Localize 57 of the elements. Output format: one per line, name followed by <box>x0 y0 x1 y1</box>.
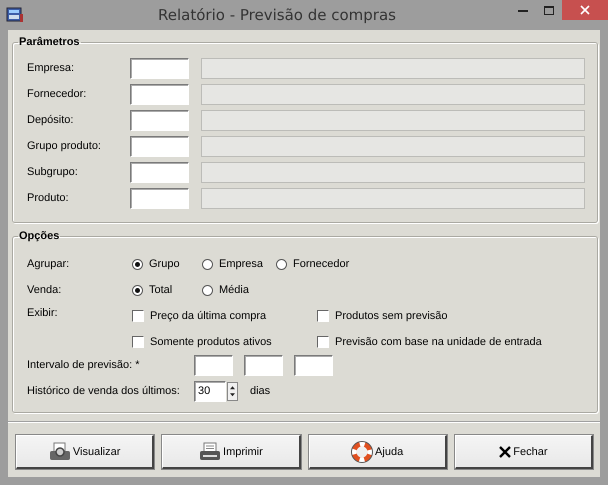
field-label: Grupo produto: <box>27 140 102 152</box>
checkbox-label: Produtos sem previsão <box>335 310 448 322</box>
field-label: Depósito: <box>27 114 74 126</box>
close-button[interactable] <box>562 0 608 20</box>
window-title: Relatório - Previsão de compras <box>157 6 397 24</box>
action-button[interactable]: Visualizar <box>16 435 154 469</box>
app-icon <box>6 6 24 24</box>
group-title: Parâmetros <box>18 36 81 48</box>
checkbox-label: Somente produtos ativos <box>150 336 272 348</box>
code-input[interactable] <box>130 188 189 208</box>
option-label: Exibir: <box>27 306 59 319</box>
checkbox-label: Preço da última compra <box>150 310 266 322</box>
radio-button[interactable] <box>132 258 143 270</box>
field-label: Fornecedor: <box>27 88 88 100</box>
radio-label: Total <box>149 284 172 296</box>
action-button[interactable]: Ajuda <box>308 435 447 469</box>
radio-button[interactable] <box>202 258 213 270</box>
radio-button[interactable] <box>202 284 213 296</box>
checkbox-label: Previsão com base na unidade de entrada <box>335 336 542 348</box>
option-label: Histórico de venda dos últimos: <box>27 385 181 397</box>
printer-preview-icon <box>48 442 71 462</box>
code-input[interactable] <box>130 162 189 182</box>
checkbox[interactable] <box>132 336 144 348</box>
action-button[interactable]: Imprimir <box>162 435 300 469</box>
option-label: Agrupar: <box>27 258 70 270</box>
field-label: Subgrupo: <box>27 166 79 178</box>
radio-label: Média <box>219 284 249 296</box>
minimize-icon <box>518 8 528 12</box>
printer-icon <box>199 442 222 462</box>
field-label: Produto: <box>27 192 70 204</box>
option-label: Intervalo de previsão: * <box>27 359 141 371</box>
interval-input[interactable] <box>294 354 333 376</box>
radio-button[interactable] <box>132 284 143 296</box>
days-spinbox[interactable]: 30 <box>194 380 226 402</box>
unit-label: dias <box>250 385 270 397</box>
code-input[interactable] <box>130 136 189 156</box>
interval-input[interactable] <box>244 354 283 376</box>
maximize-icon <box>544 6 554 14</box>
checkbox[interactable] <box>132 310 144 322</box>
radio-button[interactable] <box>276 258 287 270</box>
radio-label: Empresa <box>219 258 264 270</box>
close-icon <box>580 5 590 15</box>
action-button[interactable]: Fechar <box>454 435 593 469</box>
code-input[interactable] <box>130 110 189 130</box>
close-icon <box>499 446 512 458</box>
group-title: Opções <box>18 230 60 242</box>
lifebuoy-icon <box>351 440 374 462</box>
checkbox[interactable] <box>317 310 329 322</box>
radio-label: Fornecedor <box>293 258 350 270</box>
field-label: Empresa: <box>27 62 76 74</box>
checkbox[interactable] <box>317 336 329 348</box>
code-input[interactable] <box>130 58 189 78</box>
option-label: Venda: <box>27 284 62 296</box>
code-input[interactable] <box>130 84 189 104</box>
spin-arrows-icon[interactable] <box>227 382 238 400</box>
radio-label: Grupo <box>149 258 180 270</box>
interval-input[interactable] <box>194 354 233 376</box>
